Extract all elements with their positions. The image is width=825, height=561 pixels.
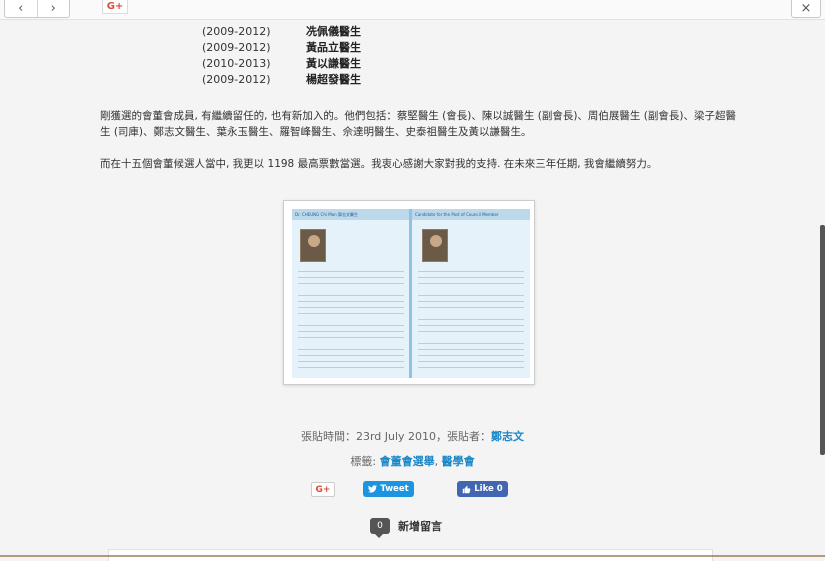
- google-plus-share-button[interactable]: G+: [311, 482, 335, 497]
- scrollbar[interactable]: [820, 225, 825, 455]
- tag-link-election[interactable]: 會董會選舉: [380, 455, 435, 468]
- like-count: 0: [496, 484, 503, 494]
- election-leaflet-image[interactable]: Dr. CHEUNG Chi Man 鄭志文醫生 Candidate for t…: [283, 200, 535, 385]
- council-member-list: (2009-2012) 冼佩儀醫生 (2009-2012) 黃品立醫生 (201…: [202, 24, 361, 88]
- list-item: (2009-2012) 黃品立醫生: [202, 40, 361, 56]
- list-item: (2009-2012) 冼佩儀醫生: [202, 24, 361, 40]
- tags-label: 標籤:: [350, 455, 380, 468]
- term-years: (2009-2012): [202, 41, 271, 54]
- tag-link-medical-association[interactable]: 醫學會: [442, 455, 475, 468]
- forward-arrow-icon[interactable]: ›: [38, 0, 70, 17]
- term-years: (2010-2013): [202, 57, 271, 70]
- member-name: 冼佩儀醫生: [306, 25, 361, 38]
- members-paragraph: 剛獲選的會董會成員, 有繼續留任的, 也有新加入的。他們包括：蔡堅醫生 (會長)…: [100, 110, 736, 138]
- like-label: Like: [474, 484, 494, 494]
- posted-time-label: 張貼時間：23rd July 2010，張貼者：: [300, 430, 492, 443]
- member-name: 黃品立醫生: [306, 41, 361, 54]
- portrait-photo: [300, 229, 326, 262]
- votes-paragraph: 而在十五個會董候選人當中, 我更以 1198 最高票數當選。我衷心感謝大家對我的…: [100, 158, 658, 170]
- tweet-label: Tweet: [380, 484, 409, 494]
- leaflet-left-title: Dr. CHEUNG Chi Man 鄭志文醫生: [292, 209, 410, 220]
- leaflet-right-title: Candidate for the Post of Council Member: [412, 209, 530, 220]
- comments-header[interactable]: 0 新增留言: [370, 518, 442, 538]
- leaflet-left-page: Dr. CHEUNG Chi Man 鄭志文醫生: [292, 209, 410, 378]
- comment-count-bubble: 0: [370, 518, 390, 538]
- post-tags: 標籤: 會董會選舉, 醫學會: [350, 455, 475, 468]
- close-icon[interactable]: ×: [791, 0, 821, 18]
- add-comment-label: 新增留言: [398, 520, 442, 533]
- member-name: 楊超發醫生: [306, 73, 361, 86]
- facebook-like-button[interactable]: Like 0: [457, 481, 508, 497]
- list-item: (2010-2013) 黃以謙醫生: [202, 56, 361, 72]
- member-name: 黃以謙醫生: [306, 57, 361, 70]
- google-plus-top-button[interactable]: G+: [102, 0, 128, 14]
- term-years: (2009-2012): [202, 73, 271, 86]
- portrait-photo: [422, 229, 448, 262]
- page-bottom-edge: [0, 555, 825, 557]
- thumbs-up-icon: [463, 485, 471, 493]
- leaflet-right-page: Candidate for the Post of Council Member: [412, 209, 530, 378]
- post-meta: 張貼時間：23rd July 2010，張貼者：鄭志文: [0, 428, 825, 444]
- term-years: (2009-2012): [202, 25, 271, 38]
- top-toolbar: ‹ › G+ ×: [0, 0, 825, 20]
- twitter-bird-icon: [368, 485, 378, 493]
- list-item: (2009-2012) 楊超發醫生: [202, 72, 361, 88]
- nav-buttons: ‹ ›: [4, 0, 70, 18]
- back-arrow-icon[interactable]: ‹: [5, 0, 38, 17]
- author-link[interactable]: 鄭志文: [491, 430, 524, 443]
- tweet-button[interactable]: Tweet: [363, 481, 414, 497]
